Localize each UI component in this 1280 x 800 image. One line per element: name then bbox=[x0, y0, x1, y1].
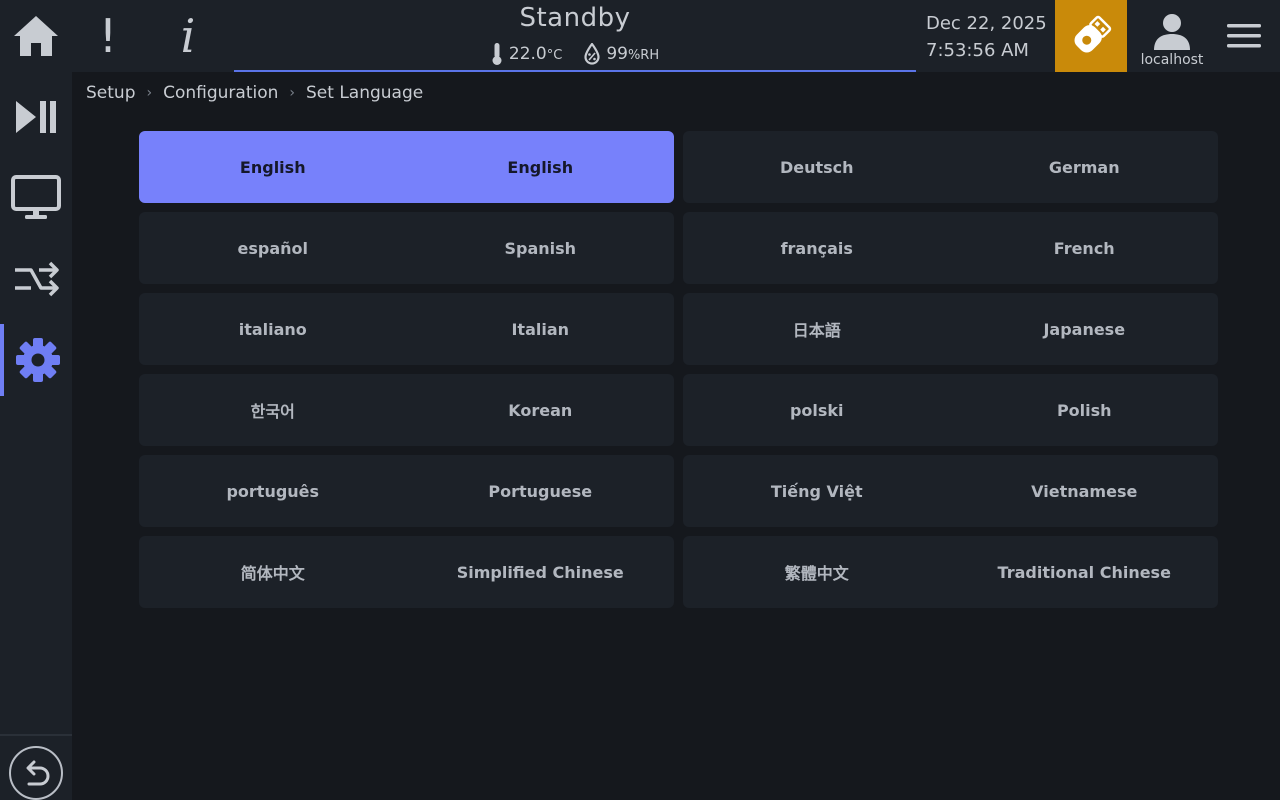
language-option[interactable]: español Spanish bbox=[139, 212, 674, 284]
language-native-name: italiano bbox=[238, 319, 307, 339]
environment-readout: 22.0°C 99%RH bbox=[234, 42, 916, 66]
humidity-value: 99 bbox=[606, 44, 628, 64]
breadcrumb-setup[interactable]: Setup bbox=[86, 83, 135, 103]
home-icon bbox=[14, 16, 58, 56]
humidity-readout: 99%RH bbox=[584, 43, 659, 65]
language-english-name: Portuguese bbox=[488, 481, 593, 501]
language-english-name: Vietnamese bbox=[1031, 481, 1138, 501]
alerts-button[interactable]: ! bbox=[82, 0, 134, 72]
chevron-right-icon: › bbox=[146, 85, 153, 101]
language-option[interactable]: 简体中文 Simplified Chinese bbox=[139, 536, 674, 608]
language-english-name: Spanish bbox=[504, 238, 577, 258]
temperature-value: 22.0 bbox=[508, 44, 547, 64]
language-native-name: español bbox=[237, 238, 309, 258]
language-option[interactable]: polski Polish bbox=[683, 374, 1218, 446]
language-option[interactable]: Deutsch German bbox=[683, 131, 1218, 203]
language-native-name: 한국어 bbox=[250, 402, 295, 421]
alert-icon: ! bbox=[98, 9, 118, 63]
language-native-name: Tiếng Việt bbox=[770, 481, 863, 501]
breadcrumb-current: Set Language bbox=[306, 83, 424, 103]
language-native-name: English bbox=[239, 157, 306, 177]
shuffle-icon bbox=[15, 261, 59, 297]
date-text: Dec 22, 2025 bbox=[926, 13, 1047, 34]
language-english-name: Italian bbox=[511, 319, 570, 339]
usb-drive-icon bbox=[1074, 15, 1112, 53]
sidebar-item-run-control[interactable] bbox=[0, 81, 72, 153]
user-icon bbox=[1154, 14, 1190, 50]
time-text: 7:53:56 AM bbox=[926, 40, 1029, 61]
language-native-name: 日本語 bbox=[792, 321, 841, 340]
humidity-unit: %RH bbox=[627, 48, 660, 63]
monitor-icon bbox=[11, 175, 61, 219]
breadcrumb-configuration[interactable]: Configuration bbox=[163, 83, 278, 103]
language-option[interactable]: 한국어 Korean bbox=[139, 374, 674, 446]
language-english-name: Simplified Chinese bbox=[456, 562, 624, 582]
language-native-name: polski bbox=[789, 400, 844, 420]
top-bar: ! i Standby 22.0°C 99%RH Dec 22, 2025 7:… bbox=[0, 0, 1280, 72]
clock: Dec 22, 2025 7:53:56 AM bbox=[926, 10, 1047, 64]
play-pause-icon bbox=[16, 101, 56, 133]
sidebar-item-transfer[interactable] bbox=[0, 243, 72, 315]
language-english-name: English bbox=[507, 157, 574, 177]
main-menu-button[interactable] bbox=[1216, 0, 1272, 72]
undo-arrow-icon bbox=[26, 760, 50, 786]
usb-button[interactable] bbox=[1055, 0, 1127, 72]
language-option[interactable]: English English bbox=[139, 131, 674, 203]
language-english-name: Korean bbox=[508, 400, 573, 420]
sidebar-item-setup[interactable] bbox=[0, 324, 72, 396]
language-option[interactable]: italiano Italian bbox=[139, 293, 674, 365]
language-native-name: Deutsch bbox=[779, 157, 854, 177]
back-button[interactable] bbox=[9, 746, 63, 800]
language-native-name: português bbox=[226, 481, 320, 501]
sidebar-item-display[interactable] bbox=[0, 162, 72, 234]
thermometer-icon bbox=[492, 43, 502, 65]
info-icon: i bbox=[180, 9, 196, 63]
machine-state: Standby bbox=[519, 3, 631, 33]
language-english-name: Traditional Chinese bbox=[997, 562, 1171, 582]
language-option[interactable]: 日本語 Japanese bbox=[683, 293, 1218, 365]
sidebar bbox=[0, 72, 72, 800]
temperature-readout: 22.0°C bbox=[491, 42, 562, 66]
sidebar-divider bbox=[0, 734, 72, 736]
user-button[interactable]: localhost bbox=[1134, 0, 1210, 72]
home-button[interactable] bbox=[10, 0, 62, 72]
gear-icon bbox=[16, 338, 60, 382]
status-panel: Standby 22.0°C 99%RH bbox=[234, 0, 916, 72]
language-native-name: 繁體中文 bbox=[784, 564, 849, 583]
language-native-name: 简体中文 bbox=[240, 564, 305, 583]
language-option[interactable]: français French bbox=[683, 212, 1218, 284]
language-option[interactable]: Tiếng Việt Vietnamese bbox=[683, 455, 1218, 527]
user-name: localhost bbox=[1140, 52, 1204, 68]
breadcrumb: Setup › Configuration › Set Language bbox=[86, 83, 423, 103]
chevron-right-icon: › bbox=[289, 85, 295, 101]
info-button[interactable]: i bbox=[162, 0, 214, 72]
humidity-icon bbox=[584, 43, 600, 65]
language-option[interactable]: português Portuguese bbox=[139, 455, 674, 527]
language-english-name: Japanese bbox=[1043, 319, 1126, 339]
hamburger-icon bbox=[1227, 24, 1261, 48]
temperature-unit: °C bbox=[546, 48, 563, 63]
language-option[interactable]: 繁體中文 Traditional Chinese bbox=[683, 536, 1218, 608]
language-english-name: German bbox=[1048, 157, 1120, 177]
language-native-name: français bbox=[780, 238, 853, 258]
language-english-name: Polish bbox=[1056, 400, 1112, 420]
language-english-name: French bbox=[1053, 238, 1115, 258]
